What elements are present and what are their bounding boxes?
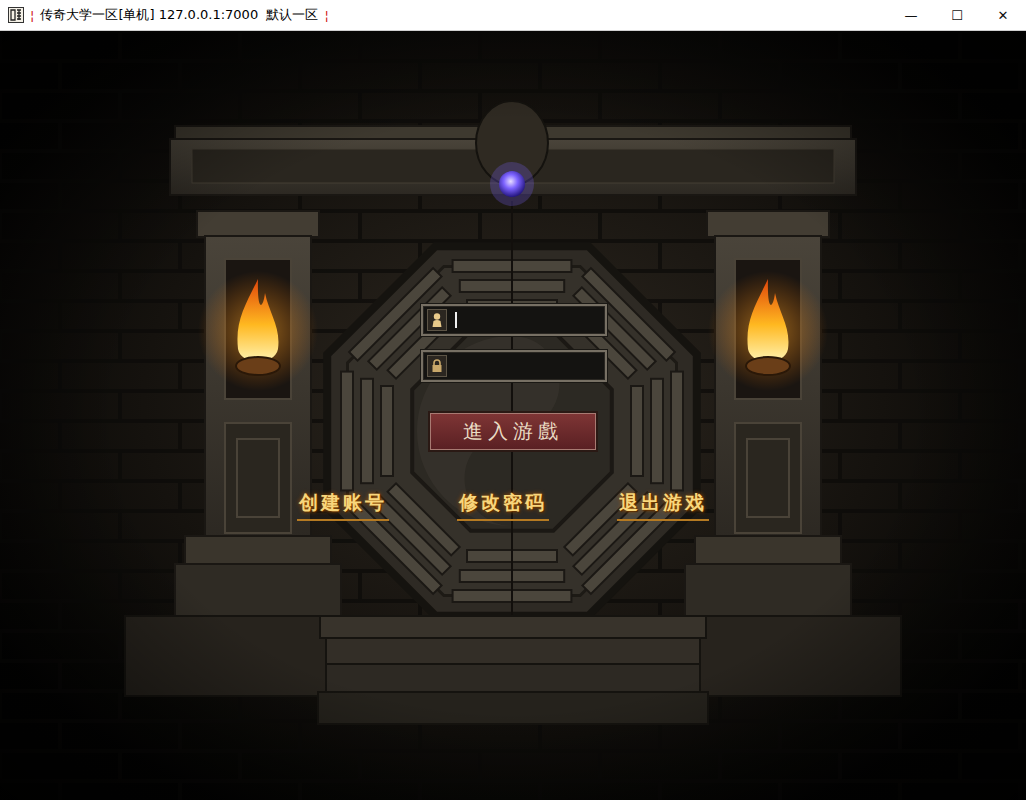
- person-icon: [431, 312, 443, 328]
- vignette: [0, 31, 1026, 800]
- close-button[interactable]: ✕: [980, 0, 1026, 30]
- lock-icon: [431, 359, 443, 373]
- background: [0, 31, 1026, 800]
- window-controls: —☐✕: [888, 0, 1026, 30]
- app-icon: [8, 7, 24, 23]
- brick-wall: [0, 31, 1026, 800]
- password-icon-box: [427, 355, 447, 377]
- password-field[interactable]: [421, 350, 607, 382]
- login-form: 進入游戲创建账号 修改密码 退出游戏: [0, 31, 1026, 800]
- text-caret: [455, 312, 457, 328]
- game-area: 進入游戲创建账号 修改密码 退出游戏: [0, 31, 1026, 800]
- title-group: ¦ 传奇大学一区[单机] 127.0.0.1:7000 默认一区 ¦: [0, 6, 329, 24]
- game-window: ¦传奇大学一区[单机] 127.0.0.1:7000 默认一区¦—☐✕進入游戲创…: [0, 0, 1026, 800]
- link-row: 创建账号 修改密码 退出游戏: [297, 488, 709, 521]
- maximize-button[interactable]: ☐: [934, 0, 980, 30]
- create-account-link[interactable]: 创建账号: [297, 488, 389, 521]
- account-field[interactable]: [421, 304, 607, 336]
- enter-game-button[interactable]: 進入游戲: [430, 413, 596, 450]
- exit-game-link[interactable]: 退出游戏: [617, 488, 709, 521]
- app-icon-frame: [9, 8, 24, 23]
- minimize-button[interactable]: —: [888, 0, 934, 30]
- title-separator: ¦: [30, 8, 34, 23]
- title-bar: ¦ 传奇大学一区[单机] 127.0.0.1:7000 默认一区 ¦ —☐✕: [0, 0, 1026, 31]
- change-password-link[interactable]: 修改密码: [457, 488, 549, 521]
- window-title: 传奇大学一区[单机] 127.0.0.1:7000 默认一区: [40, 6, 318, 24]
- app-icon-mark: [11, 10, 21, 20]
- account-icon-box: [427, 309, 447, 331]
- title-separator: ¦: [324, 8, 328, 23]
